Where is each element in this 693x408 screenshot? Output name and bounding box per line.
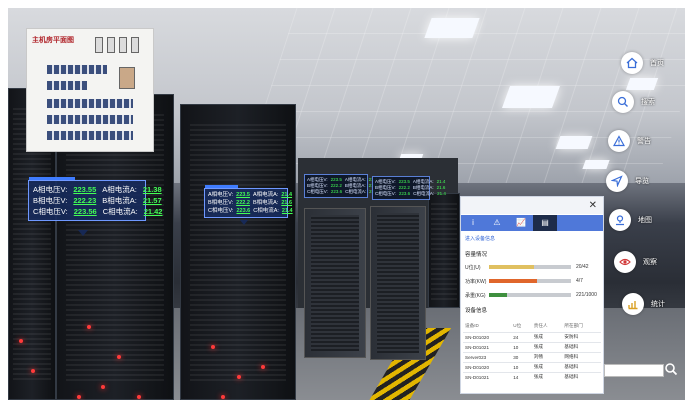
nav-search[interactable]: 搜索 [612,91,655,113]
tag-pointer [78,230,88,236]
ceiling-light [625,78,659,90]
panorama-viewport[interactable]: 主机房平面图 A相电压V: 223.55 A相电流A: 21.38 B相电压V: 222… [8,8,685,400]
nav-label: 首页 [650,60,664,67]
column-header: 责任人 [533,323,548,329]
capacity-row-power: 功率(KW) 4/7 [465,278,583,285]
warning-icon[interactable] [608,130,630,152]
tab-alerts[interactable]: ⚠ [485,215,509,231]
column-header: 所在部门 [564,323,583,329]
nav-home[interactable]: 首页 [621,52,664,74]
capacity-row-u: U位(U) 20/42 [465,264,589,271]
table-row[interactable]: SN-D01020 10 张成 基础科 [463,361,601,372]
minimap-title: 主机房平面图 [32,37,74,44]
ceiling-light [555,136,593,149]
nav-label: 统计 [651,301,665,308]
map-pin-icon[interactable] [609,209,631,231]
nav-warning[interactable]: 警告 [608,130,651,152]
table-row[interactable]: Server023 30 刘畅 网络科 [463,351,601,362]
server-rack-front[interactable] [370,206,426,360]
table-row[interactable]: SN-D01021 10 张成 基础科 [463,341,601,352]
column-header: 设备ID [465,323,479,329]
ceiling-light [424,18,480,38]
tab-details[interactable]: ▤ [533,215,557,231]
nav-label: 警告 [637,138,651,145]
nav-tour[interactable]: 导览 [606,170,649,192]
ceiling-light [501,86,561,108]
server-rack-front[interactable] [304,208,366,358]
search-icon[interactable] [664,362,678,376]
panel-header [461,197,603,214]
close-icon[interactable]: ✕ [589,200,597,211]
device-info-panel[interactable]: ✕ i ⚠ 📈 ▤ 进入设备信息 容量情况 U位(U) 20/42 功率(KW)… [460,196,604,394]
nav-label: 搜索 [641,99,655,106]
nav-map[interactable]: 地图 [609,209,652,231]
chart-icon[interactable] [622,293,644,315]
panel-tabs: i ⚠ 📈 ▤ [461,215,603,231]
tag-pointer [240,220,248,225]
home-icon[interactable] [621,52,643,74]
power-readings-tag[interactable]: A相电压V:223.5A相电流A:21.4 B相电压V:222.2B相电流A:2… [372,176,446,200]
nav-label: 导览 [635,178,649,185]
search-icon[interactable] [612,91,634,113]
power-readings-tag[interactable]: A相电压V:223.5A相电流A:21.4 B相电压V:222.2B相电流A:2… [304,174,378,198]
device-table: 设备ID U位 责任人 所在部门 SN-D01020 24 张成 安防科 SN-D01… [463,321,601,382]
table-row[interactable]: SN-D01021 14 张成 基础科 [463,371,601,382]
search-input[interactable] [604,364,664,377]
nav-label: 观察 [643,259,657,266]
eye-icon[interactable] [614,251,636,273]
nav-observe[interactable]: 观察 [614,251,657,273]
ceiling-light [582,160,610,169]
nav-label: 地图 [638,217,652,224]
column-header: U位 [513,323,522,329]
server-rack[interactable] [428,193,460,308]
nav-statistics[interactable]: 统计 [622,293,665,315]
capacity-row-weight: 承重(KG) 221/1000 [465,292,597,299]
table-row[interactable]: SN-D01020 24 张成 安防科 [463,331,601,342]
power-readings-tag[interactable]: A相电压V:223.5A相电流A:21.4 B相电压V:222.2B相电流A:2… [204,185,293,218]
tab-trend[interactable]: 📈 [509,215,533,231]
power-readings-tag[interactable]: A相电压V: 223.55 A相电流A: 21.38 B相电压V: 222.23 B相电流… [28,177,162,221]
capacity-bar [489,265,571,269]
device-info-heading: 设备信息 [465,308,488,314]
server-rack[interactable] [180,104,296,400]
floor-plan-minimap[interactable]: 主机房平面图 [26,28,154,152]
capacity-bar [489,279,571,283]
capacity-bar [489,293,571,297]
tab-info[interactable]: i [461,215,485,231]
capacity-heading: 容量情况 [465,252,488,258]
navigate-icon[interactable] [606,170,628,192]
enter-device-info-link[interactable]: 进入设备信息 [465,235,495,242]
